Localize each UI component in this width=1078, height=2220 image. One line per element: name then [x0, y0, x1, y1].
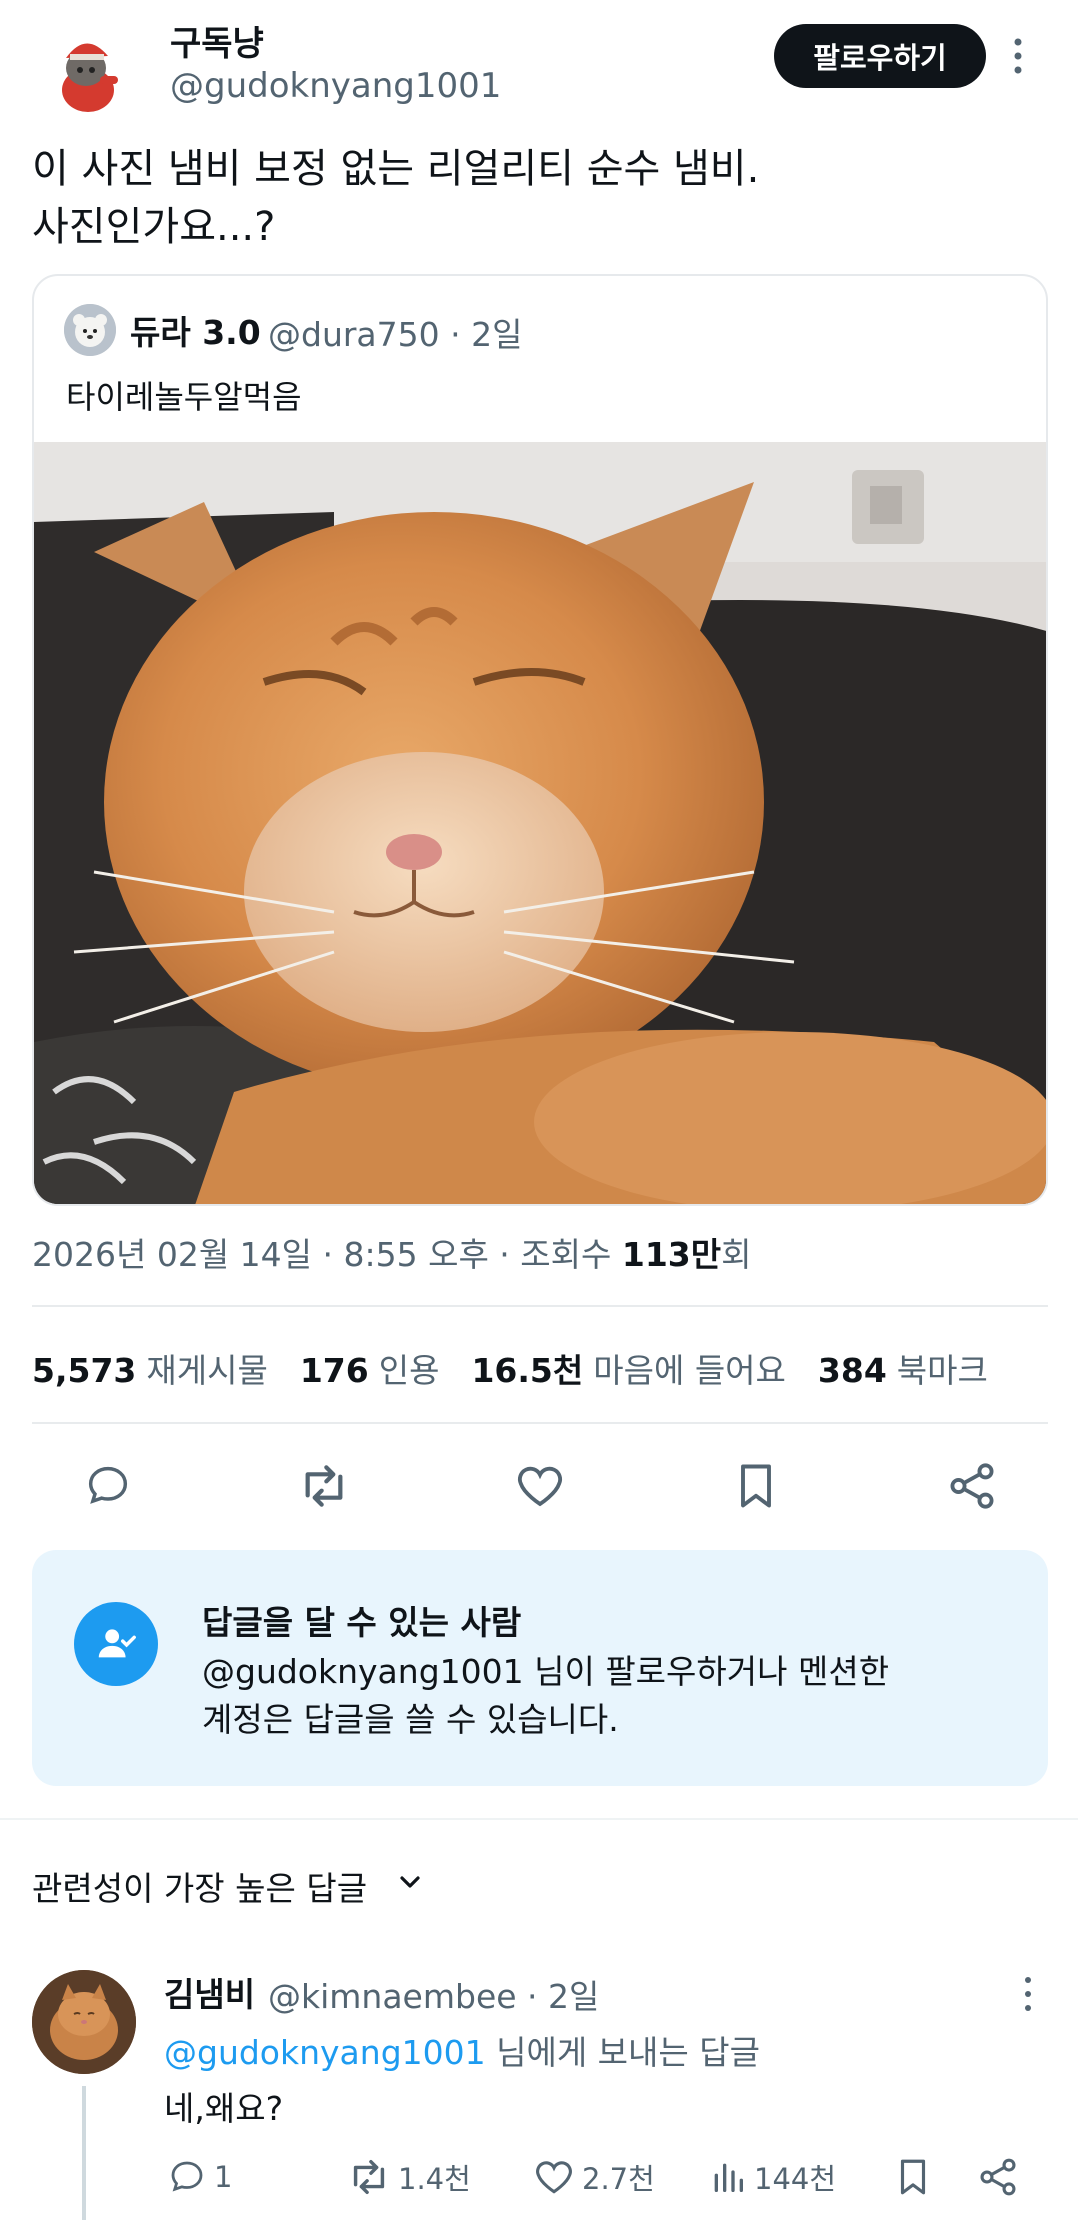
reply-share-button[interactable] [976, 2152, 1026, 2202]
share-icon[interactable] [940, 1456, 1004, 1516]
reply-author-meta: @kimnaembee · 2일 [268, 1977, 600, 2016]
tweet-text: 이 사진 냄비 보정 없는 리얼리티 순수 냄비. 사진인가요...? [32, 146, 760, 250]
engagement-stats: 5,573 재게시물 176 인용 16.5천 마음에 들어요 384 북마크 [32, 1344, 1020, 1392]
reply-views-button[interactable]: 144천 [708, 2152, 836, 2202]
chevron-down-icon[interactable] [394, 1866, 426, 1898]
stat-bookmarks-count: 384 [817, 1351, 887, 1390]
reply-repost-count: 1.4천 [398, 2162, 471, 2196]
reply-icon[interactable] [76, 1456, 140, 1516]
replying-to-suffix: 님에게 보내는 답글 [485, 2033, 760, 2072]
bookmark-icon[interactable] [724, 1456, 788, 1516]
reply-mention-link[interactable]: @gudoknyang1001 [164, 2033, 486, 2072]
stat-reposts[interactable]: 5,573 재게시물 [32, 1344, 268, 1392]
stat-quotes-label: 인용 [378, 1351, 440, 1390]
stat-bookmarks-label: 북마크 [896, 1351, 988, 1390]
reply-views-count: 144천 [754, 2162, 837, 2196]
reply-text: 네,왜요? [164, 2089, 284, 2128]
stat-likes[interactable]: 16.5천 마음에 들어요 [471, 1344, 785, 1392]
replying-to: @gudoknyang1001 님에게 보내는 답글 [164, 2026, 760, 2074]
stat-reposts-count: 5,573 [32, 1351, 137, 1390]
stat-likes-count: 16.5천 [471, 1351, 584, 1390]
quote-author-avatar[interactable] [64, 304, 116, 356]
reply-reply-button[interactable]: 1 [166, 2152, 232, 2202]
quoted-tweet[interactable]: 듀라 3.0 @dura750 · 2일 타이레놀두알먹음 [32, 274, 1048, 1206]
like-icon[interactable] [508, 1456, 572, 1516]
reply-repost-button[interactable]: 1.4천 [346, 2152, 471, 2202]
timestamp-text: 2026년 02월 14일 · 8:55 오후 · 조회수 [32, 1235, 622, 1274]
views-suffix: 회 [721, 1235, 752, 1274]
reply-sort-selector[interactable]: 관련성이 가장 높은 답글 [32, 1862, 367, 1910]
stat-bookmarks[interactable]: 384 북마크 [818, 1344, 988, 1392]
user-check-icon [74, 1602, 158, 1686]
author-name[interactable]: 구독냥 [170, 16, 264, 65]
thread-line [82, 2086, 86, 2220]
reply-bookmark-button[interactable] [892, 2152, 940, 2202]
reply-author-name[interactable]: 김냄비 [164, 1968, 255, 2016]
divider [32, 1305, 1048, 1307]
like-icon [536, 2161, 572, 2194]
quote-photo-orange-cat[interactable] [34, 442, 1046, 1204]
more-options-icon[interactable] [1010, 36, 1026, 76]
quote-author-meta: @dura750 · 2일 [268, 315, 523, 354]
reply-restriction-notice: 답글을 달 수 있는 사람 @gudoknyang1001 님이 팔로우하거나 … [32, 1550, 1048, 1786]
bookmark-icon [900, 2159, 926, 2195]
reply-author-avatar[interactable] [32, 1970, 136, 2074]
reply-reply-count: 1 [214, 2160, 233, 2194]
views-count: 113만 [621, 1235, 722, 1274]
author-avatar[interactable] [40, 20, 136, 116]
reply-like-button[interactable]: 2.7천 [532, 2152, 655, 2202]
author-handle[interactable]: @gudoknyang1001 [170, 66, 501, 106]
follow-button[interactable]: 팔로우하기 [774, 24, 986, 88]
repost-icon [353, 2159, 385, 2195]
quote-text: 타이레놀두알먹음 [66, 378, 302, 416]
stat-reposts-label: 재게시물 [146, 1351, 268, 1390]
reply-icon [171, 2161, 203, 2192]
quote-author-name: 듀라 3.0 [130, 313, 261, 352]
views-chart-icon [714, 2163, 743, 2192]
tweet-timestamp-views: 2026년 02월 14일 · 8:55 오후 · 조회수 113만회 [32, 1228, 751, 1276]
share-icon [980, 2158, 1016, 2196]
divider [32, 1422, 1048, 1424]
section-separator [0, 1818, 1078, 1820]
repost-icon[interactable] [292, 1456, 356, 1516]
stat-quotes[interactable]: 176 인용 [300, 1344, 440, 1392]
stat-likes-label: 마음에 들어요 [593, 1351, 786, 1390]
reply-restriction-body: @gudoknyang1001 님이 팔로우하거나 멘션한 계정은 답글을 쓸 … [202, 1652, 890, 1739]
reply-more-options-icon[interactable] [1022, 1974, 1034, 2014]
reply-like-count: 2.7천 [582, 2162, 655, 2196]
stat-quotes-count: 176 [299, 1351, 369, 1390]
reply-restriction-title: 답글을 달 수 있는 사람 [202, 1603, 522, 1642]
